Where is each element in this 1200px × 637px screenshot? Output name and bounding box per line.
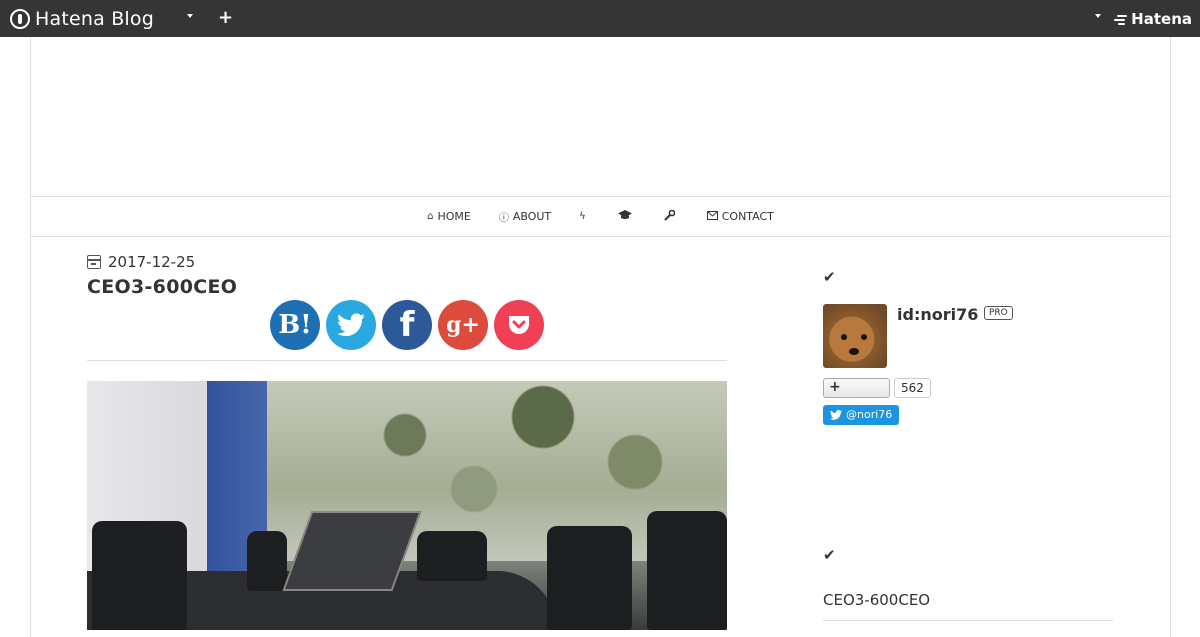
photo-chair xyxy=(92,521,187,630)
twitter-bird-icon xyxy=(337,313,365,337)
profile-check-icon: ✔ xyxy=(823,268,836,286)
nav-contact-label: CONTACT xyxy=(721,210,774,223)
blog-menu-chevron-down-icon[interactable] xyxy=(187,14,193,18)
pro-badge: PRO xyxy=(984,306,1013,320)
twitter-bird-icon xyxy=(830,410,842,420)
nav-home-label: HOME xyxy=(437,210,471,223)
recent-entries-check-icon: ✔ xyxy=(823,546,836,564)
nav-home[interactable]: ⌂ HOME xyxy=(427,210,471,223)
nav-about-label: ABOUT xyxy=(512,210,552,223)
twitter-share-button[interactable] xyxy=(326,300,376,350)
follow-button[interactable]: + xyxy=(823,378,890,398)
hatena-logo-icon xyxy=(1114,14,1128,25)
facebook-icon: f xyxy=(399,305,415,345)
hatena-topbar: Hatena Blog + Hatena xyxy=(0,0,1200,37)
hatena-brand: Hatena xyxy=(1131,10,1192,28)
pocket-icon xyxy=(509,316,529,334)
entry-eyecatch-image xyxy=(87,381,727,630)
calendar-icon xyxy=(87,255,101,269)
hatena-blog-logo[interactable]: Hatena Blog xyxy=(10,7,154,30)
entry-title[interactable]: CEO3-600CEO xyxy=(87,276,237,298)
entry-date: 2017-12-25 xyxy=(87,253,195,271)
hatena-bookmark-icon: B! xyxy=(278,310,312,340)
follower-count: 562 xyxy=(894,378,931,398)
hatena-home-link[interactable]: Hatena xyxy=(1114,10,1192,28)
photo-chair xyxy=(247,531,287,591)
profile-user-id[interactable]: id:nori76 xyxy=(897,305,978,324)
home-icon: ⌂ xyxy=(427,211,434,222)
hatena-bookmark-share-button[interactable]: B! xyxy=(270,300,320,350)
twitter-follow-label: @nori76 xyxy=(846,408,893,421)
nav-education[interactable] xyxy=(617,210,636,223)
share-buttons: B! f g+ xyxy=(270,300,550,350)
photo-chair xyxy=(647,511,727,630)
googleplus-icon: g+ xyxy=(446,312,480,338)
info-icon: ⓘ xyxy=(498,213,509,224)
googleplus-share-button[interactable]: g+ xyxy=(438,300,488,350)
nav-tools[interactable] xyxy=(664,209,679,224)
nav-about[interactable]: ⓘ ABOUT xyxy=(499,209,551,224)
facebook-share-button[interactable]: f xyxy=(382,300,432,350)
twitter-follow-button[interactable]: @nori76 xyxy=(823,405,900,425)
entry-date-text[interactable]: 2017-12-25 xyxy=(108,253,195,271)
hatena-blog-brand: Hatena Blog xyxy=(35,7,154,30)
graduation-cap-icon xyxy=(617,210,632,223)
envelope-icon xyxy=(706,210,718,223)
photo-chair xyxy=(547,526,632,630)
recent-entry-link[interactable]: CEO3-600CEO xyxy=(823,591,930,609)
avatar[interactable] xyxy=(823,304,887,368)
follow-plus-icon: + xyxy=(829,379,841,395)
pocket-share-button[interactable] xyxy=(494,300,544,350)
hatena-blog-logo-icon xyxy=(10,8,30,29)
bolt-icon: ϟ xyxy=(579,211,586,222)
entry-divider xyxy=(87,360,727,361)
nav-contact[interactable]: CONTACT xyxy=(706,210,774,223)
photo-chair xyxy=(417,531,487,581)
global-nav: ⌂ HOME ⓘ ABOUT ϟ CONTACT xyxy=(31,197,1170,237)
blog-header xyxy=(31,37,1170,197)
account-menu-chevron-down-icon[interactable] xyxy=(1095,14,1101,18)
wrench-icon xyxy=(664,209,676,224)
new-post-plus-button[interactable]: + xyxy=(218,8,233,28)
nav-bolt[interactable]: ϟ xyxy=(579,211,590,222)
recent-entry-divider xyxy=(823,620,1113,621)
